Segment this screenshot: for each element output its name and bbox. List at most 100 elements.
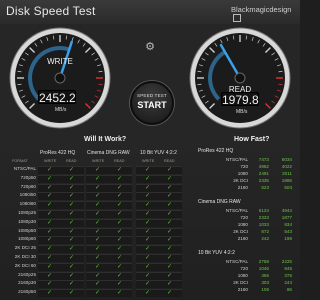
start-button-label: START (137, 100, 167, 110)
check-cell: ✓ ✓ (86, 262, 132, 271)
write-fps-value: 623 (261, 185, 269, 190)
app-window: Disk Speed Test Blackmagicdesign WRITE 2… (0, 0, 300, 300)
format-label: 2K DCI (233, 280, 248, 285)
check-cell: ✓ ✓ (86, 280, 132, 289)
check-icon: ✓ (145, 211, 151, 217)
check-cell: ✓ ✓ (86, 201, 132, 210)
read-fps-value: 244 (284, 280, 292, 285)
write-fps-value: 872 (261, 229, 269, 234)
write-fps-value: 2758 (258, 259, 269, 264)
format-label: 1080i60 (19, 201, 36, 207)
check-icon: ✓ (167, 219, 173, 226)
check-icon: ✓ (145, 228, 151, 235)
format-label: 1080p25 (18, 210, 36, 215)
format-label: 1080 (237, 222, 248, 227)
speed-row: 2K DCI 872 543 (196, 229, 300, 236)
speed-row: 1080 465 375 (196, 273, 300, 280)
check-cell: ✓ ✓ (38, 166, 84, 174)
write-fps-value: 7473 (258, 157, 269, 162)
check-icon: ✓ (47, 272, 53, 279)
read-fps-value: 196 (284, 236, 292, 241)
check-cell: ✓ ✓ (86, 245, 132, 254)
check-cell: ✓ ✓ (38, 218, 84, 227)
write-fps-value: 465 (261, 273, 269, 278)
format-label: 2K DCI 30 (14, 254, 36, 259)
check-icon: ✓ (167, 202, 173, 209)
check-cell: ✓ ✓ (136, 271, 182, 280)
read-fps-value: 2225 (281, 259, 292, 264)
check-icon: ✓ (117, 175, 123, 182)
format-label: 2160p30 (18, 280, 36, 286)
check-icon: ✓ (117, 255, 123, 261)
speed-row: NTSC/PAL 2758 2225 (196, 259, 300, 266)
write-fps-value: 2491 (258, 171, 269, 176)
format-label: 2160 (237, 185, 248, 190)
speed-row: NTSC/PAL 7473 6034 (196, 157, 300, 164)
codec-header: 10 Bit YUV 4:2:2 (140, 150, 177, 156)
format-label: 720p50 (20, 174, 36, 180)
format-row: 1080i50 ✓ ✓ ✓ ✓ ✓ ✓ (0, 192, 190, 201)
check-icon: ✓ (69, 281, 75, 288)
check-icon: ✓ (47, 202, 53, 209)
read-fps-value: 543 (284, 229, 292, 234)
how-fast-panel: ProRes 422 HQ NTSC/PAL 7473 6034 720 4982 4022… (196, 140, 300, 300)
check-icon: ✓ (47, 184, 53, 191)
check-icon: ✓ (145, 237, 151, 244)
check-icon: ✓ (95, 263, 101, 270)
format-label: 2K DCI 25 (14, 245, 36, 251)
check-cell: ✓ ✓ (136, 183, 182, 192)
format-label: 2160p25 (18, 271, 36, 277)
check-cell: ✓ ✓ (38, 174, 84, 183)
settings-gear-icon[interactable]: ⚙ (144, 41, 156, 53)
check-icon: ✓ (95, 167, 101, 173)
check-icon: ✓ (167, 193, 173, 200)
check-icon: ✓ (69, 290, 75, 297)
check-icon: ✓ (69, 228, 75, 235)
check-icon: ✓ (69, 255, 75, 261)
check-cell: ✓ ✓ (38, 210, 84, 218)
format-label: 2160 (237, 287, 248, 292)
check-icon: ✓ (95, 228, 101, 235)
write-fps-value: 242 (261, 236, 269, 241)
check-cell: ✓ ✓ (86, 210, 132, 218)
start-button[interactable]: SPEED TEST START (130, 81, 174, 125)
format-label: 2K DCI (233, 178, 248, 183)
check-icon: ✓ (95, 281, 101, 288)
format-label: 1080i50 (19, 192, 36, 198)
check-icon: ✓ (47, 281, 53, 288)
write-fps-value: 106 (261, 287, 269, 292)
check-icon: ✓ (145, 290, 151, 297)
check-icon: ✓ (69, 246, 75, 253)
check-icon: ✓ (47, 228, 53, 235)
format-row: 1080p60 ✓ ✓ ✓ ✓ ✓ ✓ (0, 236, 190, 245)
write-fps-value: 303 (261, 280, 269, 285)
check-icon: ✓ (95, 219, 101, 226)
check-icon: ✓ (167, 211, 173, 217)
write-fps-value: 2335 (258, 178, 269, 183)
check-cell: ✓ ✓ (136, 166, 182, 174)
format-row: 1080p30 ✓ ✓ ✓ ✓ ✓ ✓ (0, 218, 190, 227)
format-label: 1080 (237, 171, 248, 176)
write-gauge: WRITE (9, 27, 111, 129)
check-icon: ✓ (167, 175, 173, 182)
speed-row: NTSC/PAL 6124 4944 (196, 208, 300, 215)
window-title: Disk Speed Test (6, 4, 96, 18)
check-icon: ✓ (117, 184, 123, 191)
check-icon: ✓ (95, 175, 101, 182)
check-icon: ✓ (95, 193, 101, 200)
read-fps-value: 4944 (281, 208, 292, 213)
check-cell: ✓ ✓ (86, 183, 132, 192)
speed-row: 2160 623 503 (196, 185, 300, 192)
check-icon: ✓ (47, 175, 53, 182)
check-icon: ✓ (69, 202, 75, 209)
start-button-caption: SPEED TEST (137, 93, 167, 98)
codec-group-title: Cinema DNG RAW (198, 199, 241, 205)
format-label: 1080p50 (18, 227, 36, 233)
speed-row: 1080 1033 834 (196, 222, 300, 229)
check-icon: ✓ (145, 202, 151, 209)
check-icon: ✓ (145, 167, 151, 173)
check-icon: ✓ (47, 193, 53, 200)
check-icon: ✓ (69, 193, 75, 200)
speed-row: 2160 242 196 (196, 236, 300, 243)
format-label: 1080p30 (18, 218, 36, 224)
